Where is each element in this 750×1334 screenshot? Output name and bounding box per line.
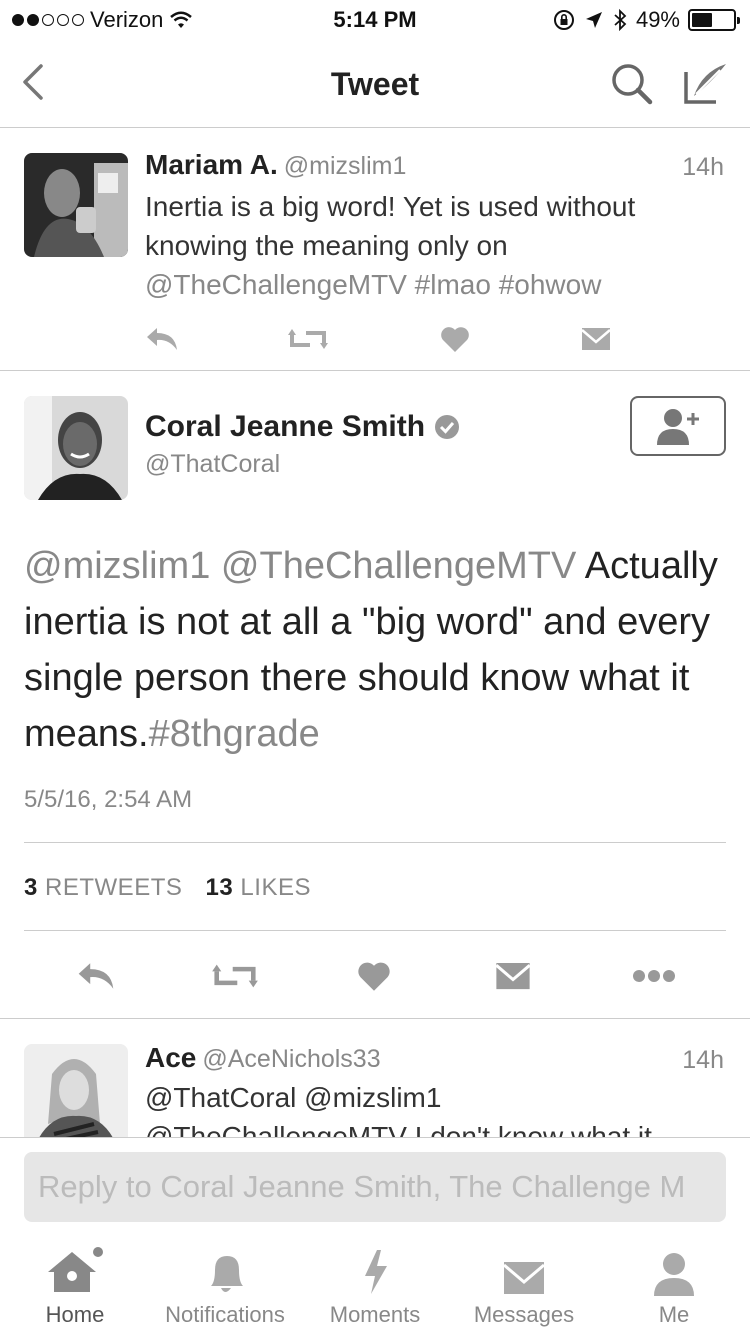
add-user-icon [657, 409, 699, 445]
author-handle[interactable]: @AceNichols33 [202, 1045, 380, 1073]
tab-label: Me [658, 1302, 690, 1327]
author-handle[interactable]: @mizslim1 [284, 152, 407, 180]
compose-tweet-icon[interactable] [680, 58, 730, 108]
parent-tweet[interactable]: Mariam A. @mizslim1 14h Inertia is a big … [0, 129, 750, 371]
tab-me[interactable]: Me [634, 1240, 714, 1334]
verified-badge-icon [435, 415, 460, 439]
status-bar: Verizon 5:14 PM 49% [0, 0, 750, 40]
search-icon[interactable] [608, 60, 656, 108]
moments-lightning-icon [365, 1250, 387, 1294]
more-options-icon[interactable] [630, 954, 678, 998]
tweet-time: 14h [682, 153, 724, 181]
reply-bar [0, 1137, 750, 1237]
like-heart-icon[interactable] [435, 321, 475, 357]
tweet-timestamp: 5/5/16, 2:54 AM [24, 786, 193, 813]
tab-label: Home [45, 1302, 105, 1327]
nav-bar: Tweet [0, 40, 750, 128]
focused-tweet: Coral Jeanne Smith @ThatCoral @mizslim1 … [0, 372, 750, 1019]
author-name[interactable]: Coral Jeanne Smith [145, 410, 425, 444]
tweet-hashtag[interactable]: #8thgrade [149, 713, 320, 755]
tweet-mentions[interactable]: @mizslim1 @TheChallengeMTV [24, 545, 576, 587]
author-handle[interactable]: @ThatCoral [145, 450, 280, 479]
tab-moments[interactable]: Moments [325, 1240, 425, 1334]
divider [24, 930, 726, 931]
tweet-text: @ThatCoral @mizslim1 @TheChallengeMTV I … [145, 1078, 730, 1138]
tweet-text-line[interactable]: @ThatCoral @mizslim1 [145, 1078, 730, 1117]
tweet-header: Mariam A. @mizslim1 [145, 149, 406, 181]
bluetooth-icon [614, 8, 627, 32]
home-icon [48, 1247, 103, 1292]
rotation-lock-icon [553, 10, 574, 30]
tweet-time: 14h [682, 1046, 724, 1074]
retweet-icon[interactable] [288, 321, 328, 357]
retweet-count[interactable]: 3 [24, 874, 38, 901]
tab-label: Messages [473, 1302, 575, 1327]
tab-messages[interactable]: Messages [468, 1240, 580, 1334]
tab-notifications[interactable]: Notifications [155, 1240, 295, 1334]
tweet-text-plain: Inertia is a big word! Yet is used witho… [145, 191, 636, 261]
notifications-bell-icon [211, 1256, 243, 1292]
status-right: 49% [552, 7, 740, 33]
like-label[interactable]: LIKES [240, 874, 311, 901]
reply-icon[interactable] [142, 321, 182, 357]
focused-tweet-actions [0, 954, 750, 998]
me-profile-icon [654, 1253, 694, 1296]
divider [24, 842, 726, 843]
tweet-actions [0, 321, 750, 361]
author-name[interactable]: Mariam A. [145, 149, 278, 180]
follow-button[interactable] [630, 396, 726, 456]
author-name-row: Coral Jeanne Smith [145, 410, 461, 444]
avatar[interactable] [24, 396, 128, 500]
tweet-header: Ace @AceNichols33 [145, 1042, 381, 1074]
direct-message-icon[interactable] [576, 321, 616, 357]
retweet-label[interactable]: RETWEETS [45, 874, 182, 901]
author-name[interactable]: Ace [145, 1042, 196, 1073]
reply-input[interactable] [24, 1152, 726, 1222]
retweet-icon[interactable] [211, 954, 259, 998]
reply-tweet[interactable]: Ace @AceNichols33 14h @ThatCoral @mizslim… [0, 1020, 750, 1138]
avatar[interactable] [24, 153, 128, 257]
tweet-body: @mizslim1 @TheChallengeMTV Actually iner… [24, 538, 724, 762]
messages-envelope-icon [503, 1262, 545, 1294]
reply-icon[interactable] [74, 954, 118, 998]
tweet-stats: 3 RETWEETS 13 LIKES [24, 874, 327, 902]
direct-message-icon[interactable] [492, 954, 534, 998]
tweet-text-line: @TheChallengeMTV I don't know what it [145, 1121, 652, 1138]
like-heart-icon[interactable] [354, 954, 394, 998]
like-count[interactable]: 13 [206, 874, 234, 901]
tab-label: Notifications [165, 1302, 285, 1327]
avatar[interactable] [24, 1044, 128, 1138]
tab-home[interactable]: Home [30, 1240, 120, 1334]
tab-bar: Home Notifications Moments Messages Me [0, 1240, 750, 1334]
tweet-text: Inertia is a big word! Yet is used witho… [145, 187, 730, 304]
tab-label: Moments [329, 1302, 421, 1327]
tweet-links[interactable]: @TheChallengeMTV #lmao #ohwow [145, 269, 601, 300]
battery-icon [688, 9, 740, 31]
location-arrow-icon [585, 12, 602, 28]
battery-percent: 49% [635, 7, 680, 32]
